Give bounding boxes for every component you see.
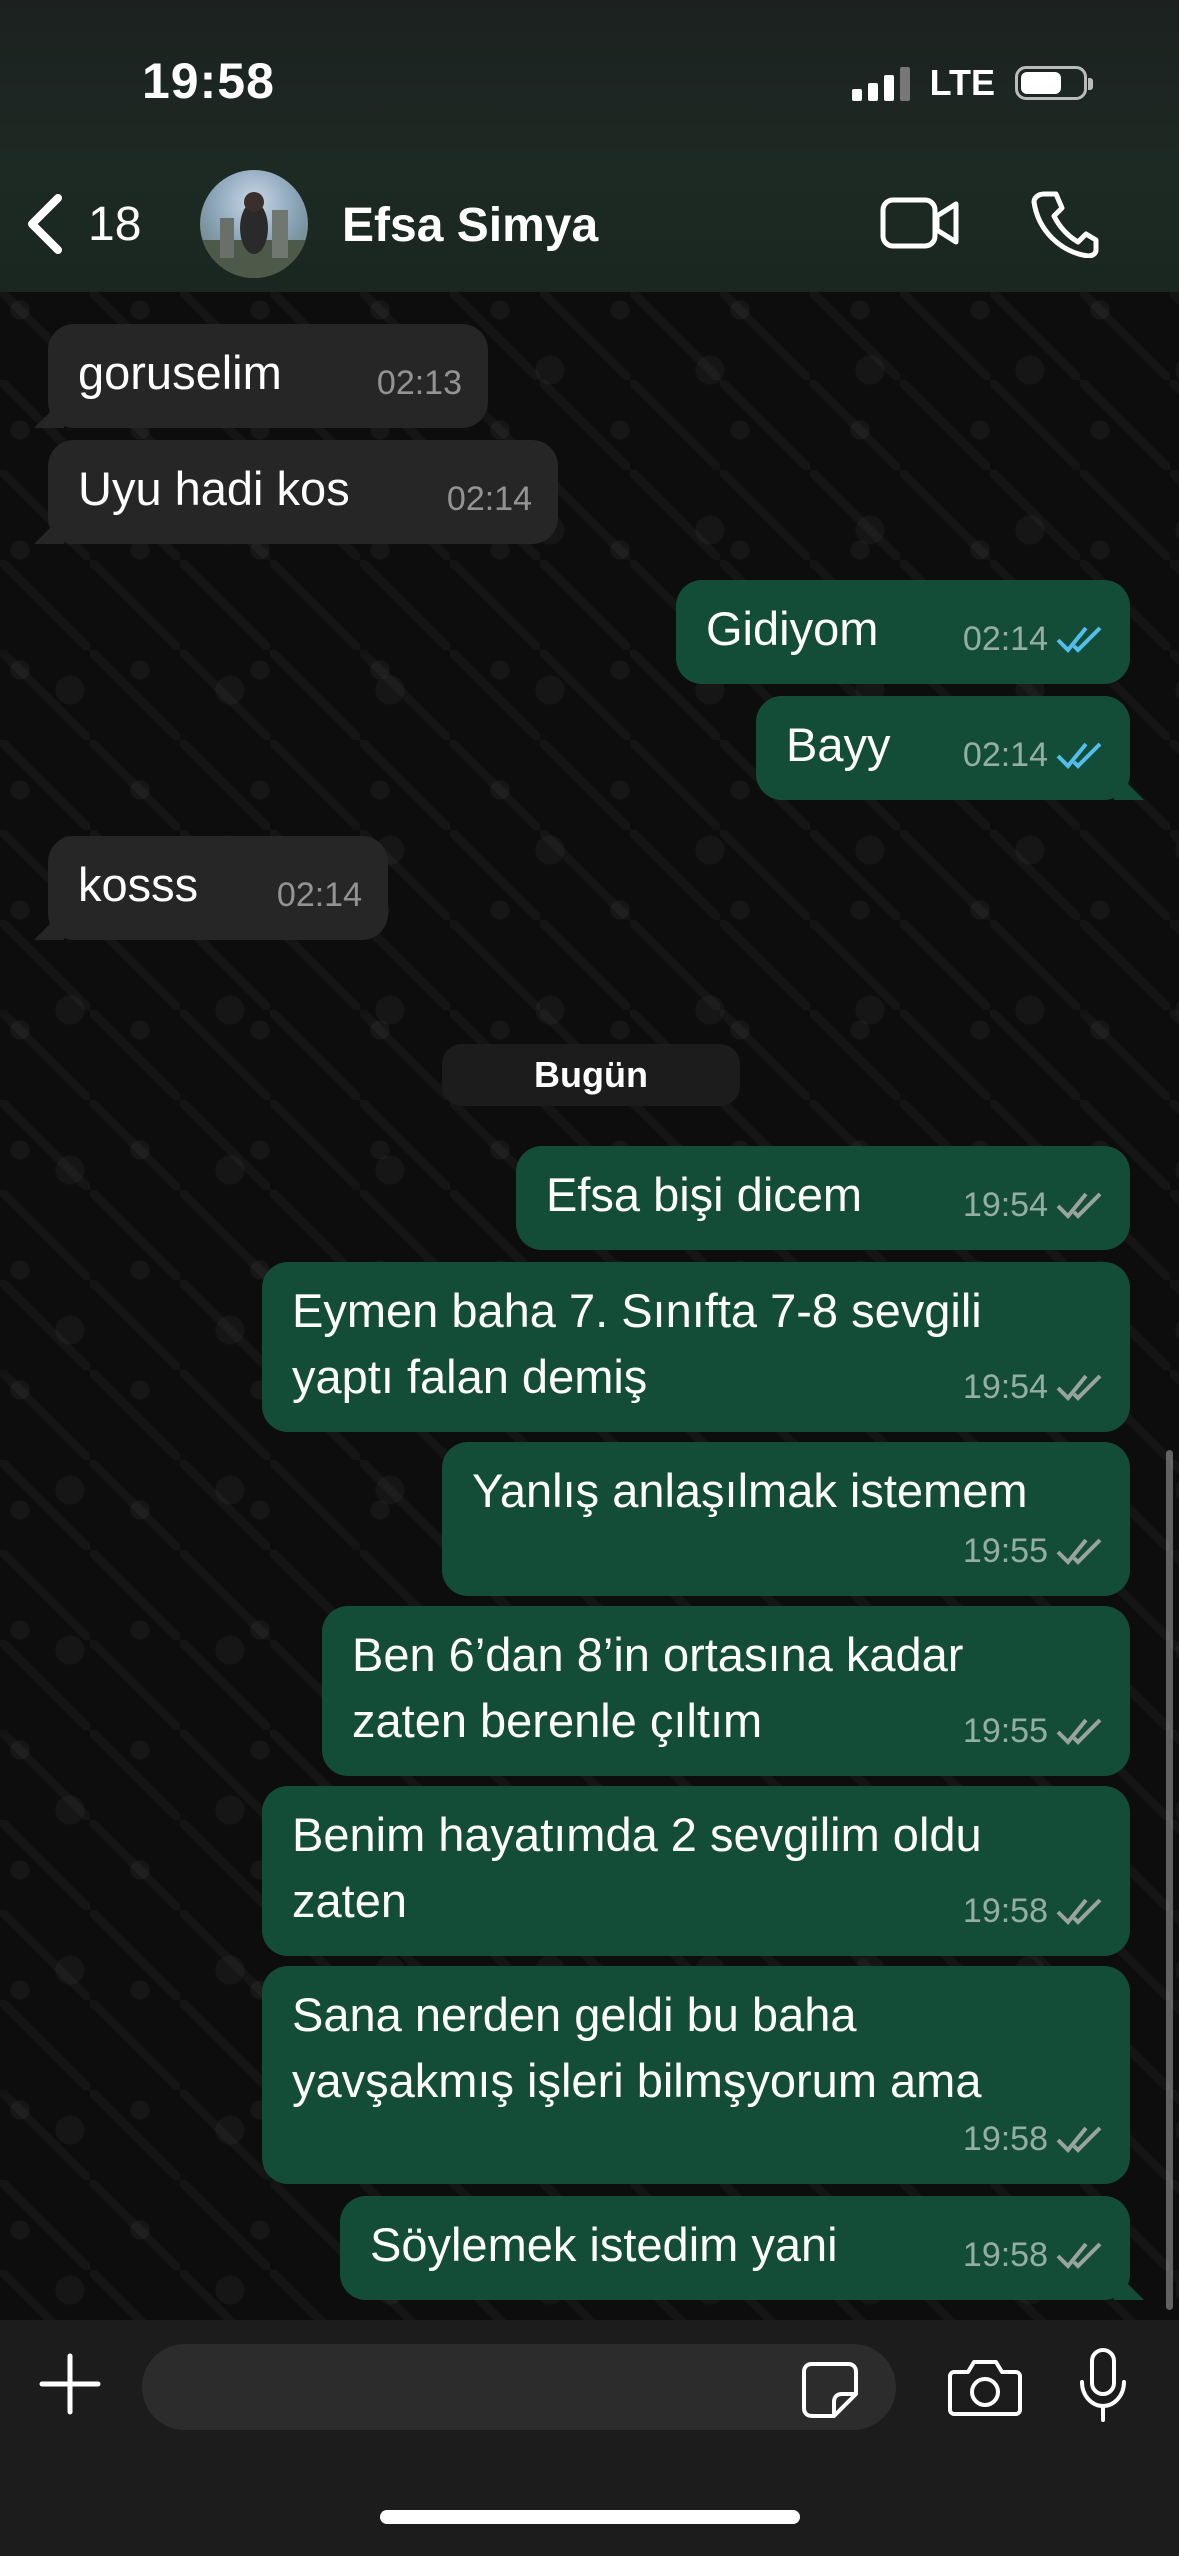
double-check-icon <box>1056 2242 1102 2269</box>
message-text: kosss <box>78 858 199 911</box>
message-time: 19:58 <box>962 2236 1048 2274</box>
message-meta: 19:54 <box>963 1354 1104 1420</box>
back-button[interactable]: 18 <box>22 192 141 256</box>
message-time: 19:55 <box>962 1712 1048 1750</box>
message-meta: 19:55 <box>963 1698 1104 1764</box>
message-bubble-outgoing[interactable]: Eymen baha 7. Sınıfta 7-8 sevgili yaptı … <box>262 1262 1130 1432</box>
scrollbar[interactable] <box>1166 1450 1173 2310</box>
message-bubble-outgoing[interactable]: Benim hayatımda 2 sevgilim oldu zaten 19… <box>262 1786 1130 1956</box>
message-text: Yanlış anlaşılmak istemem <box>472 1464 1028 1517</box>
avatar[interactable] <box>200 170 308 278</box>
sticker-icon[interactable] <box>800 2360 860 2420</box>
message-text: goruselim <box>78 346 282 399</box>
message-text: Sana nerden geldi bu baha yavşakmış işle… <box>292 1988 982 2107</box>
message-meta: 02:13 <box>377 350 462 416</box>
camera-icon[interactable] <box>948 2356 1022 2418</box>
double-check-icon <box>1056 1192 1102 1219</box>
message-bubble-outgoing[interactable]: Söylemek istedim yani 19:58 <box>340 2196 1130 2300</box>
message-meta: 19:58 <box>963 2222 1104 2288</box>
message-meta: 19:58 <box>963 2106 1104 2172</box>
message-input[interactable] <box>142 2344 896 2430</box>
chat-header: 18 Efsa Simya <box>0 170 1179 280</box>
message-time: 02:14 <box>446 480 532 518</box>
message-text: Benim hayatımda 2 sevgilim oldu zaten <box>292 1808 982 1927</box>
message-text: Efsa bişi dicem <box>546 1168 863 1221</box>
message-bubble-outgoing[interactable]: Efsa bişi dicem 19:54 <box>516 1146 1130 1250</box>
double-check-icon <box>1056 1538 1102 1565</box>
double-check-icon <box>1056 1898 1102 1925</box>
message-text: Söylemek istedim yani <box>370 2218 838 2271</box>
message-bubble-outgoing[interactable]: Sana nerden geldi bu baha yavşakmış işle… <box>262 1966 1130 2184</box>
message-meta: 19:58 <box>963 1878 1104 1944</box>
message-bubble-outgoing[interactable]: Bayy 02:14 <box>756 696 1130 800</box>
top-bar: 19:58 LTE 18 Efsa Simya <box>0 0 1179 292</box>
video-call-icon[interactable] <box>880 194 960 254</box>
message-meta: 02:14 <box>277 862 362 928</box>
message-time: 19:58 <box>962 2120 1048 2158</box>
message-meta: 19:55 <box>963 1518 1104 1584</box>
message-time: 02:13 <box>376 364 462 402</box>
battery-fill <box>1021 72 1061 94</box>
message-meta: 02:14 <box>963 722 1104 788</box>
unread-count: 18 <box>88 197 142 251</box>
message-time: 19:58 <box>962 1892 1048 1930</box>
chevron-left-icon <box>28 194 62 254</box>
message-time: 19:54 <box>962 1368 1048 1406</box>
message-bubble-incoming[interactable]: goruselim 02:13 <box>48 324 488 428</box>
double-check-icon <box>1056 2126 1102 2153</box>
home-indicator[interactable] <box>380 2510 800 2524</box>
message-text: Eymen baha 7. Sınıfta 7-8 sevgili yaptı … <box>292 1284 982 1403</box>
phone-icon[interactable] <box>1030 188 1100 258</box>
message-time: 02:14 <box>276 876 362 914</box>
microphone-icon[interactable] <box>1078 2348 1128 2424</box>
double-check-icon <box>1056 1374 1102 1401</box>
double-check-read-icon <box>1056 626 1102 653</box>
signal-icon <box>851 65 910 101</box>
contact-name[interactable]: Efsa Simya <box>342 198 598 253</box>
message-meta: 02:14 <box>963 606 1104 672</box>
status-indicators: LTE <box>851 62 1093 104</box>
battery-icon <box>1015 66 1093 100</box>
message-time: 19:54 <box>962 1186 1048 1224</box>
date-separator: Bugün <box>442 1044 740 1106</box>
message-bubble-incoming[interactable]: Uyu hadi kos 02:14 <box>48 440 558 544</box>
message-text: Bayy <box>786 718 891 771</box>
double-check-read-icon <box>1056 742 1102 769</box>
message-bubble-outgoing[interactable]: Yanlış anlaşılmak istemem 19:55 <box>442 1442 1130 1596</box>
status-time: 19:58 <box>142 53 275 109</box>
message-text: Ben 6’dan 8’in ortasına kadar zaten bere… <box>352 1628 964 1747</box>
message-text: Uyu hadi kos <box>78 462 350 515</box>
message-bubble-incoming[interactable]: kosss 02:14 <box>48 836 388 940</box>
message-time: 02:14 <box>962 620 1048 658</box>
message-meta: 19:54 <box>963 1172 1104 1238</box>
plus-icon[interactable] <box>38 2352 102 2416</box>
message-text: Gidiyom <box>706 602 879 655</box>
double-check-icon <box>1056 1718 1102 1745</box>
message-bubble-outgoing[interactable]: Gidiyom 02:14 <box>676 580 1130 684</box>
message-bubble-outgoing[interactable]: Ben 6’dan 8’in ortasına kadar zaten bere… <box>322 1606 1130 1776</box>
message-time: 19:55 <box>962 1532 1048 1570</box>
message-time: 02:14 <box>962 736 1048 774</box>
message-meta: 02:14 <box>447 466 532 532</box>
network-label: LTE <box>929 62 995 103</box>
